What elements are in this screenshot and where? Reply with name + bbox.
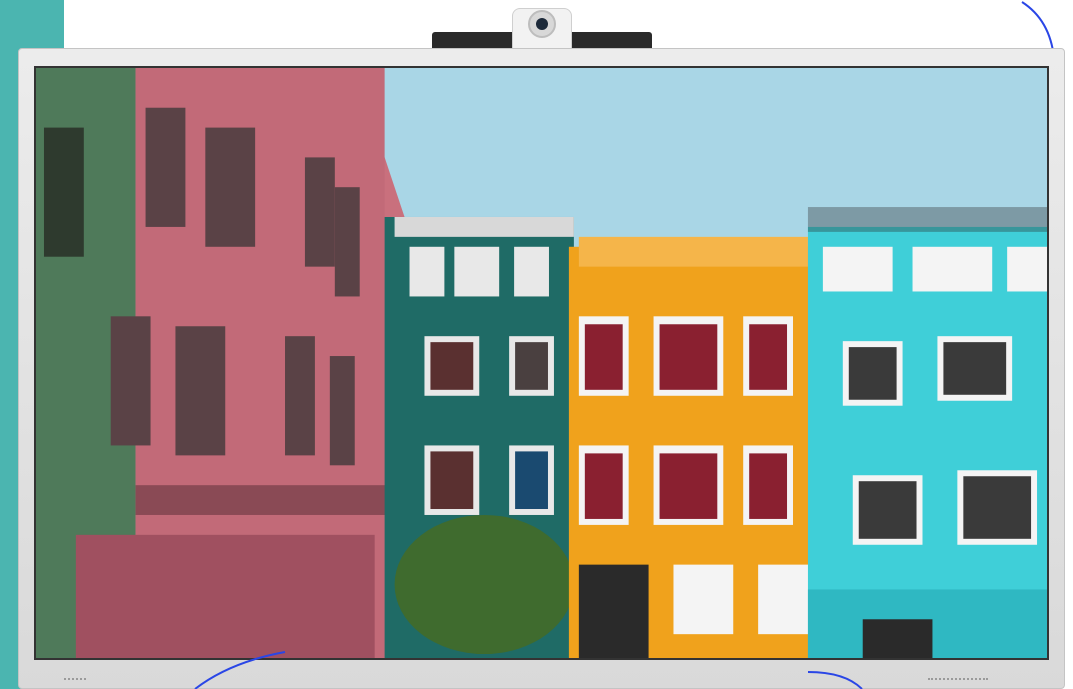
- webcam-lens-icon: [528, 10, 556, 38]
- decorative-arc-bottom-left: [194, 651, 286, 689]
- display-screen: [34, 66, 1049, 660]
- house-photo: [36, 68, 1047, 658]
- speaker-grille-left: [64, 678, 86, 684]
- speaker-grille-right: [928, 678, 988, 684]
- decorative-arc-bottom-right: [807, 671, 863, 689]
